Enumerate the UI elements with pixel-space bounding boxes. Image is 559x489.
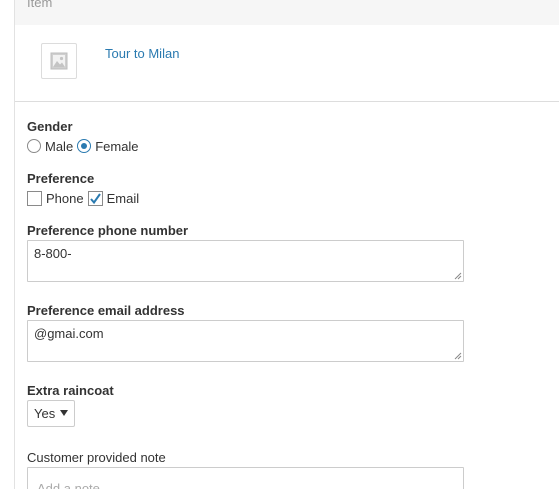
gender-female-radio[interactable] bbox=[77, 139, 92, 153]
caret-down-icon bbox=[60, 410, 68, 416]
email-label: Preference email address bbox=[27, 303, 185, 318]
resize-grip-icon[interactable] bbox=[454, 352, 462, 360]
raincoat-label: Extra raincoat bbox=[27, 383, 114, 398]
note-label: Customer provided note bbox=[27, 450, 166, 465]
gender-female-label[interactable]: Female bbox=[95, 139, 138, 154]
raincoat-selected-value: Yes bbox=[34, 406, 56, 421]
preference-email-label[interactable]: Email bbox=[107, 191, 140, 206]
item-name-link[interactable]: Tour to Milan bbox=[105, 46, 179, 61]
item-column-header: Item bbox=[27, 0, 53, 10]
table-header: Item bbox=[15, 0, 559, 25]
gender-male-label[interactable]: Male bbox=[45, 139, 73, 154]
preference-phone-checkbox[interactable] bbox=[27, 190, 42, 206]
note-textarea[interactable]: Add a note bbox=[27, 467, 464, 489]
gender-radio-group: Male Female bbox=[27, 137, 143, 155]
radio-selected-dot bbox=[81, 143, 88, 149]
preference-email-checkbox[interactable] bbox=[87, 190, 103, 206]
phone-value: 8-800- bbox=[34, 246, 72, 261]
order-item-form: Item Tour to Milan Gender Male Female Pr… bbox=[0, 0, 559, 489]
item-thumbnail bbox=[41, 43, 77, 79]
gender-label: Gender bbox=[27, 119, 73, 134]
resize-grip-icon[interactable] bbox=[454, 272, 462, 280]
phone-label: Preference phone number bbox=[27, 223, 189, 238]
phone-textarea[interactable]: 8-800- bbox=[27, 240, 464, 282]
item-row: Tour to Milan bbox=[15, 25, 559, 102]
preference-phone-label[interactable]: Phone bbox=[46, 191, 84, 206]
note-placeholder: Add a note bbox=[37, 481, 100, 489]
image-placeholder-icon bbox=[50, 52, 68, 70]
checkmark-icon bbox=[89, 192, 101, 204]
email-textarea[interactable]: @gmai.com bbox=[27, 320, 464, 362]
email-value: @gmai.com bbox=[34, 326, 104, 341]
preference-label: Preference bbox=[27, 171, 95, 186]
gender-male-radio[interactable] bbox=[27, 139, 41, 153]
raincoat-select[interactable]: Yes bbox=[27, 400, 75, 427]
preference-checkbox-group: Phone Email bbox=[27, 189, 143, 207]
